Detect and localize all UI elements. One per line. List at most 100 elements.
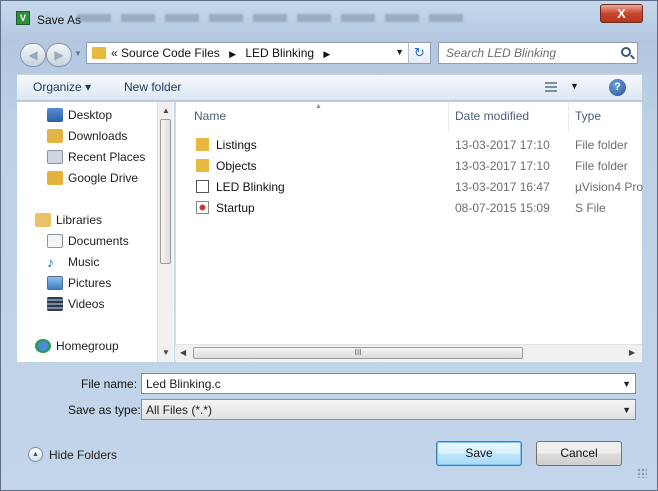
nav-item-libraries[interactable]: Libraries <box>35 211 102 229</box>
breadcrumb-overflow[interactable]: « <box>111 46 118 60</box>
save-as-type-select[interactable]: All Files (*.*) ▼ <box>141 399 636 420</box>
back-arrow-icon: ◀ <box>28 48 38 62</box>
close-button[interactable]: X <box>600 4 643 23</box>
file-list: ▲ Name Date modified Type Listings 13-03… <box>175 102 643 362</box>
sort-ascending-icon: ▲ <box>315 103 322 110</box>
file-type: File folder <box>575 159 628 173</box>
app-icon: V <box>16 11 30 25</box>
nav-item-desktop[interactable]: Desktop <box>47 106 112 124</box>
folder-icon <box>92 47 106 59</box>
breadcrumb-led-blinking[interactable]: LED Blinking <box>245 46 314 60</box>
nav-item-videos[interactable]: Videos <box>47 295 104 313</box>
chevron-up-icon: ▲ <box>28 447 43 462</box>
nav-item-music[interactable]: ♪ Music <box>47 253 99 271</box>
column-header-type[interactable]: Type <box>575 109 601 123</box>
file-date: 08-07-2015 15:09 <box>455 201 550 215</box>
chevron-down-icon[interactable]: ▼ <box>622 405 631 415</box>
save-as-type-value: All Files (*.*) <box>146 403 213 417</box>
back-button[interactable]: ◀ <box>20 43 46 67</box>
scroll-left-icon[interactable]: ◀ <box>180 348 186 357</box>
file-type: File folder <box>575 138 628 152</box>
file-type: µVision4 Pro <box>575 180 644 194</box>
cancel-button[interactable]: Cancel <box>536 441 622 466</box>
documents-icon <box>47 234 63 248</box>
nav-item-recent-places[interactable]: Recent Places <box>47 148 145 166</box>
folder-icon <box>196 138 209 151</box>
file-date: 13-03-2017 17:10 <box>455 159 550 173</box>
save-as-dialog: V Save As X ◀ ▶ ▼ « Source Code Files ▶ … <box>0 0 658 491</box>
google-drive-icon <box>47 171 63 185</box>
file-name: Startup <box>216 201 255 215</box>
chevron-down-icon[interactable]: ▼ <box>622 379 631 389</box>
file-date: 13-03-2017 17:10 <box>455 138 550 152</box>
organize-button[interactable]: Organize ▾ <box>33 80 91 94</box>
nav-item-homegroup[interactable]: Homegroup <box>35 337 119 355</box>
view-options-icon[interactable] <box>545 82 557 92</box>
forward-button[interactable]: ▶ <box>46 43 72 67</box>
search-icon[interactable] <box>621 47 631 57</box>
recent-places-icon <box>47 150 63 164</box>
file-name: Listings <box>216 138 257 152</box>
scroll-up-icon[interactable]: ▲ <box>162 106 170 115</box>
scroll-right-icon[interactable]: ▶ <box>629 348 635 357</box>
libraries-icon <box>35 213 51 227</box>
navigation-pane: Desktop Downloads Recent Places Google D… <box>17 102 174 362</box>
homegroup-icon <box>35 339 51 353</box>
videos-icon <box>47 297 63 311</box>
breadcrumb: « Source Code Files ▶ LED Blinking ▶ <box>111 46 336 60</box>
music-icon: ♪ <box>47 254 54 270</box>
list-item[interactable]: LED Blinking 13-03-2017 16:47 µVision4 P… <box>176 177 643 197</box>
file-name: LED Blinking <box>216 180 285 194</box>
file-type: S File <box>575 201 606 215</box>
list-item[interactable]: Startup 08-07-2015 15:09 S File <box>176 198 643 218</box>
horizontal-scrollbar[interactable]: ◀ III ▶ <box>175 344 642 361</box>
downloads-icon <box>47 129 63 143</box>
column-header-date-modified[interactable]: Date modified <box>455 109 529 123</box>
address-dropdown-icon[interactable]: ▼ <box>395 47 404 57</box>
window-title: Save As <box>37 13 82 27</box>
command-bar: Organize ▾ New folder ▼ ? <box>17 74 642 101</box>
breadcrumb-source-code-files[interactable]: Source Code Files <box>121 46 220 60</box>
file-name-label: File name: <box>81 377 138 391</box>
chevron-right-icon[interactable]: ▶ <box>229 49 236 59</box>
new-folder-button[interactable]: New folder <box>124 80 181 94</box>
hide-folders-label: Hide Folders <box>49 447 118 462</box>
title-bar: V Save As X <box>1 1 657 29</box>
nav-item-documents[interactable]: Documents <box>47 232 129 250</box>
scrollbar-thumb[interactable] <box>160 119 171 264</box>
recent-locations-dropdown[interactable]: ▼ <box>74 49 82 58</box>
list-item[interactable]: Objects 13-03-2017 17:10 File folder <box>176 156 643 176</box>
resize-grip[interactable] <box>637 468 647 478</box>
save-as-type-label: Save as type: <box>68 403 141 417</box>
save-button[interactable]: Save <box>436 441 522 466</box>
hide-folders-button[interactable]: ▲ Hide Folders <box>28 447 117 462</box>
list-item[interactable]: Listings 13-03-2017 17:10 File folder <box>176 135 643 155</box>
forward-arrow-icon: ▶ <box>54 48 64 62</box>
search-box[interactable]: Search LED Blinking <box>438 42 638 64</box>
file-name-field[interactable]: Led Blinking.c ▼ <box>141 373 636 394</box>
desktop-icon <box>47 108 63 122</box>
uvision-project-icon <box>196 180 209 193</box>
view-dropdown-icon[interactable]: ▼ <box>570 81 579 91</box>
column-divider[interactable] <box>568 102 569 132</box>
column-header-name[interactable]: Name <box>194 109 226 123</box>
address-bar[interactable]: « Source Code Files ▶ LED Blinking ▶ ▼ ↻ <box>86 42 431 64</box>
navigation-scrollbar[interactable]: ▲ ▼ <box>157 102 173 362</box>
help-icon[interactable]: ? <box>609 79 626 96</box>
search-input[interactable]: Search LED Blinking <box>446 46 556 60</box>
chevron-right-icon[interactable]: ▶ <box>323 49 330 59</box>
file-name-input[interactable]: Led Blinking.c <box>146 377 221 391</box>
background-menu-blur <box>77 14 467 22</box>
file-date: 13-03-2017 16:47 <box>455 180 550 194</box>
nav-item-pictures[interactable]: Pictures <box>47 274 111 292</box>
column-divider[interactable] <box>448 102 449 132</box>
scrollbar-thumb[interactable]: III <box>193 347 523 359</box>
nav-item-downloads[interactable]: Downloads <box>47 127 127 145</box>
scroll-down-icon[interactable]: ▼ <box>162 348 170 357</box>
folder-icon <box>196 159 209 172</box>
s-file-icon <box>196 201 209 214</box>
nav-item-google-drive[interactable]: Google Drive <box>47 169 138 187</box>
file-name: Objects <box>216 159 257 173</box>
pictures-icon <box>47 276 63 290</box>
refresh-icon[interactable]: ↻ <box>408 43 430 63</box>
